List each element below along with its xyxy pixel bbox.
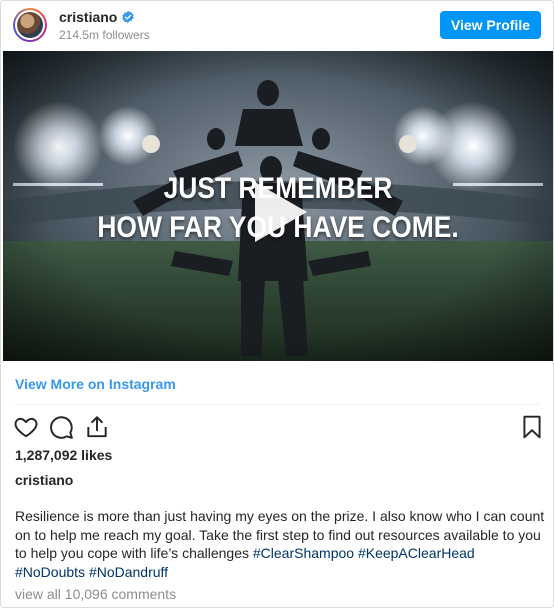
post-header: cristiano 214.5m followers View Profile [1, 1, 553, 51]
bookmark-icon[interactable] [519, 414, 545, 440]
post-video[interactable]: JUST REMEMBER HOW FAR YOU HAVE COME. [3, 51, 553, 361]
follower-count: 214.5m followers [59, 28, 150, 42]
comment-icon[interactable] [48, 414, 74, 440]
play-icon[interactable] [241, 176, 313, 248]
like-count[interactable]: 1,287,092 likes [15, 447, 112, 463]
share-icon[interactable] [84, 414, 110, 440]
username[interactable]: cristiano [59, 9, 117, 25]
divider [15, 404, 539, 405]
view-all-comments-link[interactable]: view all 10,096 comments [15, 586, 176, 602]
verified-badge-icon [122, 10, 135, 24]
hashtag-link[interactable]: #KeepAClearHead [358, 545, 475, 561]
username-row: cristiano [59, 9, 135, 25]
post-caption: Resilience is more than just having my e… [15, 507, 545, 581]
instagram-embed-card: cristiano 214.5m followers View Profile [0, 0, 554, 608]
hashtag-link[interactable]: #ClearShampoo [253, 545, 354, 561]
caption-username[interactable]: cristiano [15, 472, 73, 488]
heart-icon[interactable] [13, 414, 39, 440]
view-more-on-instagram-link[interactable]: View More on Instagram [15, 376, 176, 392]
hashtag-link[interactable]: #NoDoubts [15, 564, 85, 580]
avatar[interactable] [13, 8, 47, 42]
hashtag-link[interactable]: #NoDandruff [89, 564, 168, 580]
view-profile-button[interactable]: View Profile [439, 11, 541, 39]
avatar-photo [17, 12, 43, 38]
